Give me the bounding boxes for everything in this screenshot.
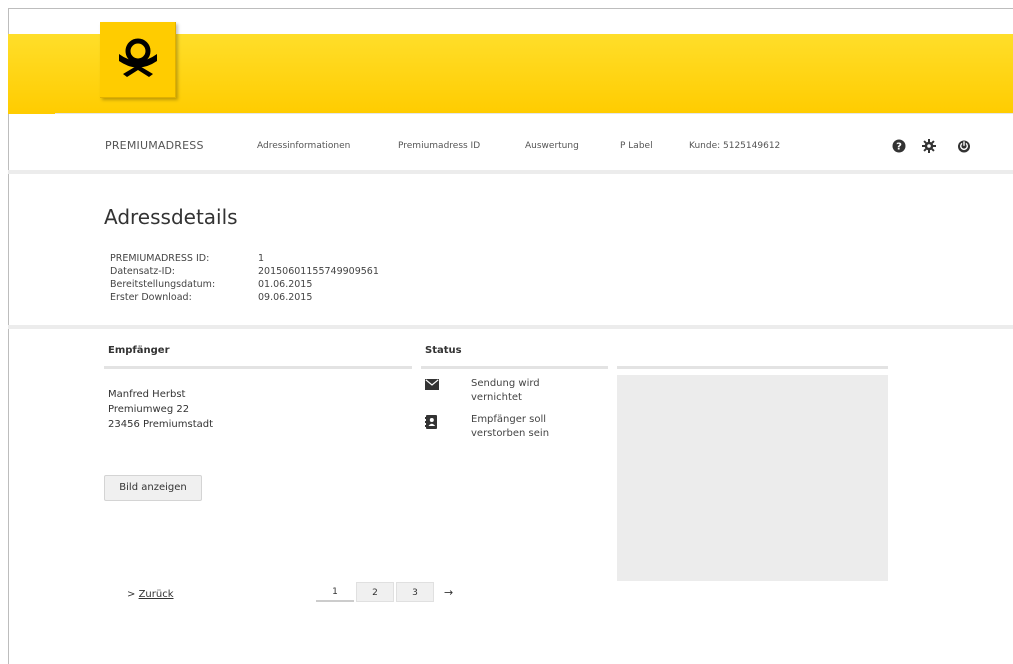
post-horn-logo[interactable] <box>100 22 176 98</box>
page-button-2[interactable]: 2 <box>356 582 394 602</box>
back-chevron-icon: > <box>127 589 136 600</box>
meta-value: 09.06.2015 <box>258 292 313 303</box>
status-text: Sendung wird vernichtet <box>471 378 540 403</box>
page-button-3[interactable]: 3 <box>396 582 434 602</box>
help-icon[interactable]: ? <box>892 138 906 153</box>
nav-item-p-label[interactable]: P Label <box>620 141 653 151</box>
recipient-street: Premiumweg 22 <box>108 404 190 415</box>
section-divider <box>8 325 1013 329</box>
meta-row-premiumadress-id: PREMIUMADRESS ID: 1 <box>110 252 379 265</box>
meta-row-erster-download: Erster Download: 09.06.2015 <box>110 291 379 304</box>
recipient-heading: Empfänger <box>108 345 170 356</box>
nav-divider <box>8 170 1013 174</box>
nav-item-kunde[interactable]: Kunde: 5125149612 <box>689 141 780 151</box>
pagination: 1 2 3 → <box>316 582 453 602</box>
meta-row-datensatz-id: Datensatz-ID: 20150601155749909561 <box>110 265 379 278</box>
meta-value: 01.06.2015 <box>258 279 313 290</box>
status-heading: Status <box>425 345 462 356</box>
status-entry: Sendung wird vernichtet <box>425 377 571 405</box>
address-image-placeholder <box>617 375 888 581</box>
image-heading-rule <box>617 366 888 369</box>
meta-label: Erster Download: <box>110 292 192 303</box>
post-horn-icon <box>119 38 157 77</box>
meta-row-bereitstellungsdatum: Bereitstellungsdatum: 01.06.2015 <box>110 278 379 291</box>
back-link-container: > Zurück <box>127 589 174 600</box>
page-button-1[interactable]: 1 <box>316 582 354 602</box>
next-arrow-icon[interactable]: → <box>444 586 453 599</box>
nav-brand[interactable]: PREMIUMADRESS <box>105 139 204 152</box>
settings-icon[interactable] <box>922 138 936 153</box>
meta-value: 1 <box>258 253 265 264</box>
power-icon[interactable] <box>957 138 971 153</box>
show-image-button[interactable]: Bild anzeigen <box>104 475 202 501</box>
meta-value: 20150601155749909561 <box>258 266 379 277</box>
status-text: Empfänger soll verstorben sein <box>471 414 550 439</box>
meta-label: Bereitstellungsdatum: <box>110 279 216 290</box>
meta-label: PREMIUMADRESS ID: <box>110 253 210 264</box>
recipient-city: 23456 Premiumstadt <box>108 419 214 430</box>
nav-item-adressinformationen[interactable]: Adressinformationen <box>257 141 350 151</box>
main-navigation: PREMIUMADRESS Adressinformationen Premiu… <box>55 113 1013 171</box>
recipient-heading-rule <box>104 366 412 369</box>
recipient-address: Manfred Herbst Premiumweg 22 23456 Premi… <box>108 387 213 432</box>
meta-label: Datensatz-ID: <box>110 266 175 277</box>
back-link[interactable]: Zurück <box>139 589 174 600</box>
nav-item-auswertung[interactable]: Auswertung <box>525 141 579 151</box>
envelope-icon <box>425 379 441 405</box>
address-book-icon <box>425 415 441 441</box>
svg-text:?: ? <box>896 142 902 153</box>
recipient-name: Manfred Herbst <box>108 389 186 400</box>
address-meta: PREMIUMADRESS ID: 1 Datensatz-ID: 201506… <box>110 252 379 304</box>
status-heading-rule <box>421 366 608 369</box>
page-title: Adressdetails <box>104 205 238 229</box>
nav-item-premiumadress-id[interactable]: Premiumadress ID <box>398 141 480 151</box>
status-entry: Empfänger soll verstorben sein <box>425 413 571 441</box>
